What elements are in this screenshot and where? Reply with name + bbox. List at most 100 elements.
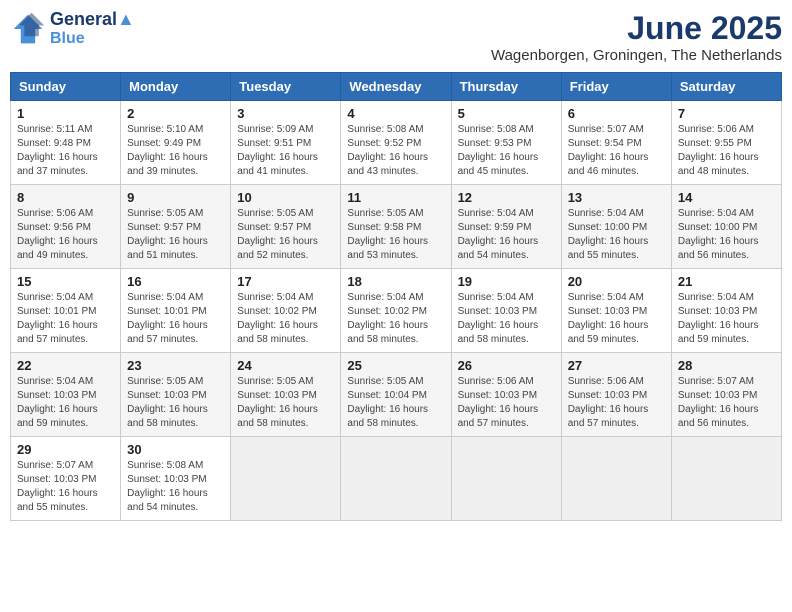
- calendar-week-2: 8 Sunrise: 5:06 AM Sunset: 9:56 PM Dayli…: [11, 185, 782, 269]
- day-info: Sunrise: 5:04 AM Sunset: 10:02 PM Daylig…: [347, 291, 444, 347]
- day-info: Sunrise: 5:06 AM Sunset: 9:55 PM Dayligh…: [678, 123, 775, 179]
- calendar-week-4: 22 Sunrise: 5:04 AM Sunset: 10:03 PM Day…: [11, 353, 782, 437]
- day-info: Sunrise: 5:05 AM Sunset: 10:03 PM Daylig…: [127, 375, 224, 431]
- day-number: 14: [678, 190, 775, 205]
- page-header: General▲ Blue June 2025 Wagenborgen, Gro…: [10, 10, 782, 64]
- calendar-cell: 2 Sunrise: 5:10 AM Sunset: 9:49 PM Dayli…: [121, 101, 231, 185]
- day-number: 19: [458, 274, 555, 289]
- day-info: Sunrise: 5:04 AM Sunset: 10:02 PM Daylig…: [237, 291, 334, 347]
- day-info: Sunrise: 5:08 AM Sunset: 9:53 PM Dayligh…: [458, 123, 555, 179]
- calendar-cell: 5 Sunrise: 5:08 AM Sunset: 9:53 PM Dayli…: [451, 101, 561, 185]
- day-number: 29: [17, 442, 114, 457]
- calendar-cell: [451, 437, 561, 521]
- day-info: Sunrise: 5:08 AM Sunset: 10:03 PM Daylig…: [127, 459, 224, 515]
- calendar-cell: 28 Sunrise: 5:07 AM Sunset: 10:03 PM Day…: [671, 353, 781, 437]
- calendar-cell: 20 Sunrise: 5:04 AM Sunset: 10:03 PM Day…: [561, 269, 671, 353]
- day-number: 7: [678, 106, 775, 121]
- day-number: 18: [347, 274, 444, 289]
- day-info: Sunrise: 5:06 AM Sunset: 10:03 PM Daylig…: [458, 375, 555, 431]
- calendar-cell: 7 Sunrise: 5:06 AM Sunset: 9:55 PM Dayli…: [671, 101, 781, 185]
- calendar-cell: 29 Sunrise: 5:07 AM Sunset: 10:03 PM Day…: [11, 437, 121, 521]
- day-number: 12: [458, 190, 555, 205]
- col-header-sunday: Sunday: [11, 73, 121, 101]
- calendar-cell: 17 Sunrise: 5:04 AM Sunset: 10:02 PM Day…: [231, 269, 341, 353]
- day-info: Sunrise: 5:05 AM Sunset: 9:58 PM Dayligh…: [347, 207, 444, 263]
- calendar-cell: 12 Sunrise: 5:04 AM Sunset: 9:59 PM Dayl…: [451, 185, 561, 269]
- calendar-cell: 11 Sunrise: 5:05 AM Sunset: 9:58 PM Dayl…: [341, 185, 451, 269]
- day-info: Sunrise: 5:06 AM Sunset: 9:56 PM Dayligh…: [17, 207, 114, 263]
- calendar-cell: 15 Sunrise: 5:04 AM Sunset: 10:01 PM Day…: [11, 269, 121, 353]
- calendar-cell: 24 Sunrise: 5:05 AM Sunset: 10:03 PM Day…: [231, 353, 341, 437]
- calendar-cell: 16 Sunrise: 5:04 AM Sunset: 10:01 PM Day…: [121, 269, 231, 353]
- day-number: 30: [127, 442, 224, 457]
- day-info: Sunrise: 5:05 AM Sunset: 9:57 PM Dayligh…: [237, 207, 334, 263]
- day-info: Sunrise: 5:04 AM Sunset: 10:01 PM Daylig…: [127, 291, 224, 347]
- calendar-cell: 22 Sunrise: 5:04 AM Sunset: 10:03 PM Day…: [11, 353, 121, 437]
- day-number: 27: [568, 358, 665, 373]
- day-number: 28: [678, 358, 775, 373]
- day-info: Sunrise: 5:04 AM Sunset: 10:03 PM Daylig…: [568, 291, 665, 347]
- day-number: 13: [568, 190, 665, 205]
- col-header-monday: Monday: [121, 73, 231, 101]
- day-info: Sunrise: 5:04 AM Sunset: 10:03 PM Daylig…: [678, 291, 775, 347]
- day-info: Sunrise: 5:06 AM Sunset: 10:03 PM Daylig…: [568, 375, 665, 431]
- day-info: Sunrise: 5:08 AM Sunset: 9:52 PM Dayligh…: [347, 123, 444, 179]
- calendar-cell: 9 Sunrise: 5:05 AM Sunset: 9:57 PM Dayli…: [121, 185, 231, 269]
- title-section: June 2025 Wagenborgen, Groningen, The Ne…: [491, 10, 782, 64]
- calendar-cell: [671, 437, 781, 521]
- day-number: 9: [127, 190, 224, 205]
- day-number: 11: [347, 190, 444, 205]
- calendar-cell: 1 Sunrise: 5:11 AM Sunset: 9:48 PM Dayli…: [11, 101, 121, 185]
- day-info: Sunrise: 5:07 AM Sunset: 9:54 PM Dayligh…: [568, 123, 665, 179]
- day-number: 24: [237, 358, 334, 373]
- day-info: Sunrise: 5:07 AM Sunset: 10:03 PM Daylig…: [678, 375, 775, 431]
- day-info: Sunrise: 5:11 AM Sunset: 9:48 PM Dayligh…: [17, 123, 114, 179]
- day-number: 2: [127, 106, 224, 121]
- calendar-cell: 10 Sunrise: 5:05 AM Sunset: 9:57 PM Dayl…: [231, 185, 341, 269]
- logo: General▲ Blue: [10, 10, 135, 47]
- day-info: Sunrise: 5:07 AM Sunset: 10:03 PM Daylig…: [17, 459, 114, 515]
- calendar-week-3: 15 Sunrise: 5:04 AM Sunset: 10:01 PM Day…: [11, 269, 782, 353]
- calendar-cell: [231, 437, 341, 521]
- day-info: Sunrise: 5:04 AM Sunset: 10:03 PM Daylig…: [17, 375, 114, 431]
- calendar-cell: 19 Sunrise: 5:04 AM Sunset: 10:03 PM Day…: [451, 269, 561, 353]
- calendar-table: SundayMondayTuesdayWednesdayThursdayFrid…: [10, 72, 782, 521]
- month-title: June 2025: [491, 10, 782, 47]
- calendar-cell: 4 Sunrise: 5:08 AM Sunset: 9:52 PM Dayli…: [341, 101, 451, 185]
- day-info: Sunrise: 5:09 AM Sunset: 9:51 PM Dayligh…: [237, 123, 334, 179]
- calendar-cell: 30 Sunrise: 5:08 AM Sunset: 10:03 PM Day…: [121, 437, 231, 521]
- day-number: 10: [237, 190, 334, 205]
- day-number: 20: [568, 274, 665, 289]
- day-number: 15: [17, 274, 114, 289]
- logo-icon: [10, 11, 46, 47]
- day-number: 23: [127, 358, 224, 373]
- calendar-cell: 23 Sunrise: 5:05 AM Sunset: 10:03 PM Day…: [121, 353, 231, 437]
- day-info: Sunrise: 5:04 AM Sunset: 9:59 PM Dayligh…: [458, 207, 555, 263]
- logo-text: General▲ Blue: [50, 10, 135, 47]
- calendar-cell: 3 Sunrise: 5:09 AM Sunset: 9:51 PM Dayli…: [231, 101, 341, 185]
- calendar-cell: 6 Sunrise: 5:07 AM Sunset: 9:54 PM Dayli…: [561, 101, 671, 185]
- day-info: Sunrise: 5:05 AM Sunset: 9:57 PM Dayligh…: [127, 207, 224, 263]
- col-header-wednesday: Wednesday: [341, 73, 451, 101]
- day-info: Sunrise: 5:04 AM Sunset: 10:03 PM Daylig…: [458, 291, 555, 347]
- calendar-cell: [341, 437, 451, 521]
- calendar-week-5: 29 Sunrise: 5:07 AM Sunset: 10:03 PM Day…: [11, 437, 782, 521]
- day-info: Sunrise: 5:04 AM Sunset: 10:00 PM Daylig…: [568, 207, 665, 263]
- calendar-cell: 14 Sunrise: 5:04 AM Sunset: 10:00 PM Day…: [671, 185, 781, 269]
- calendar-cell: 26 Sunrise: 5:06 AM Sunset: 10:03 PM Day…: [451, 353, 561, 437]
- day-number: 1: [17, 106, 114, 121]
- calendar-cell: 21 Sunrise: 5:04 AM Sunset: 10:03 PM Day…: [671, 269, 781, 353]
- day-info: Sunrise: 5:10 AM Sunset: 9:49 PM Dayligh…: [127, 123, 224, 179]
- col-header-friday: Friday: [561, 73, 671, 101]
- calendar-cell: 8 Sunrise: 5:06 AM Sunset: 9:56 PM Dayli…: [11, 185, 121, 269]
- day-info: Sunrise: 5:05 AM Sunset: 10:03 PM Daylig…: [237, 375, 334, 431]
- day-number: 3: [237, 106, 334, 121]
- col-header-tuesday: Tuesday: [231, 73, 341, 101]
- day-number: 22: [17, 358, 114, 373]
- day-number: 25: [347, 358, 444, 373]
- day-number: 5: [458, 106, 555, 121]
- day-number: 8: [17, 190, 114, 205]
- location-title: Wagenborgen, Groningen, The Netherlands: [491, 47, 782, 64]
- calendar-cell: 25 Sunrise: 5:05 AM Sunset: 10:04 PM Day…: [341, 353, 451, 437]
- day-info: Sunrise: 5:05 AM Sunset: 10:04 PM Daylig…: [347, 375, 444, 431]
